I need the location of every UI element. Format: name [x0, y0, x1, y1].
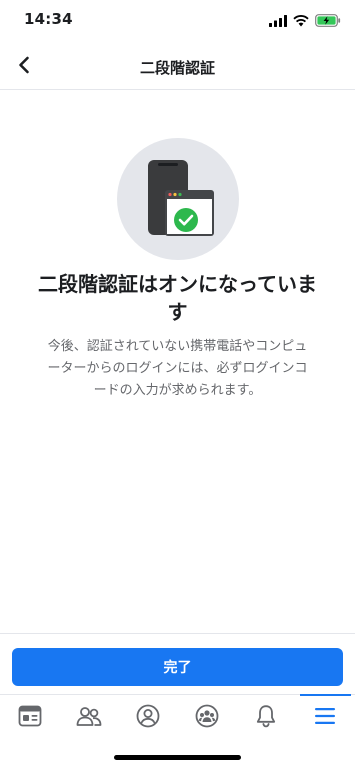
status-bar: 14:34 [0, 0, 355, 44]
headline-line: す [167, 300, 188, 324]
hero-illustration [117, 138, 239, 260]
footer-divider [0, 633, 355, 634]
news-feed-icon [18, 705, 42, 731]
description-line: ードの入力が求められます。 [93, 383, 262, 398]
status-icons [269, 12, 341, 31]
cellular-signal-icon [269, 12, 287, 31]
tab-friends[interactable] [59, 695, 118, 740]
headline-line: 二段階認証はオンになっていま [38, 272, 317, 296]
status-headline: 二段階認証はオンになっていま す [20, 270, 335, 326]
home-indicator [114, 755, 241, 760]
tab-notifications[interactable] [237, 695, 296, 740]
tab-profile[interactable] [118, 695, 177, 740]
tab-menu[interactable] [296, 694, 355, 740]
friends-icon [76, 705, 102, 731]
done-button[interactable]: 完了 [12, 648, 343, 686]
description-line: ーターからのログインには、必ずログインコ [47, 361, 308, 376]
status-description: 今後、認証されていない携帯電話やコンピュ ーターからのログインには、必ずログイン… [24, 336, 331, 402]
menu-icon [314, 707, 336, 729]
wifi-icon [293, 12, 309, 31]
description-line: 今後、認証されていない携帯電話やコンピュ [47, 339, 308, 354]
notifications-bell-icon [255, 704, 277, 732]
tab-groups[interactable] [178, 695, 237, 740]
check-circle-icon [174, 208, 198, 232]
tab-news-feed[interactable] [0, 695, 59, 740]
battery-charging-icon [315, 12, 341, 31]
tab-bar [0, 694, 355, 740]
profile-icon [136, 704, 160, 732]
status-time: 14:34 [24, 10, 73, 28]
nav-header: 二段階認証 [0, 44, 355, 90]
groups-icon [195, 704, 219, 732]
page-title: 二段階認証 [139, 59, 215, 77]
